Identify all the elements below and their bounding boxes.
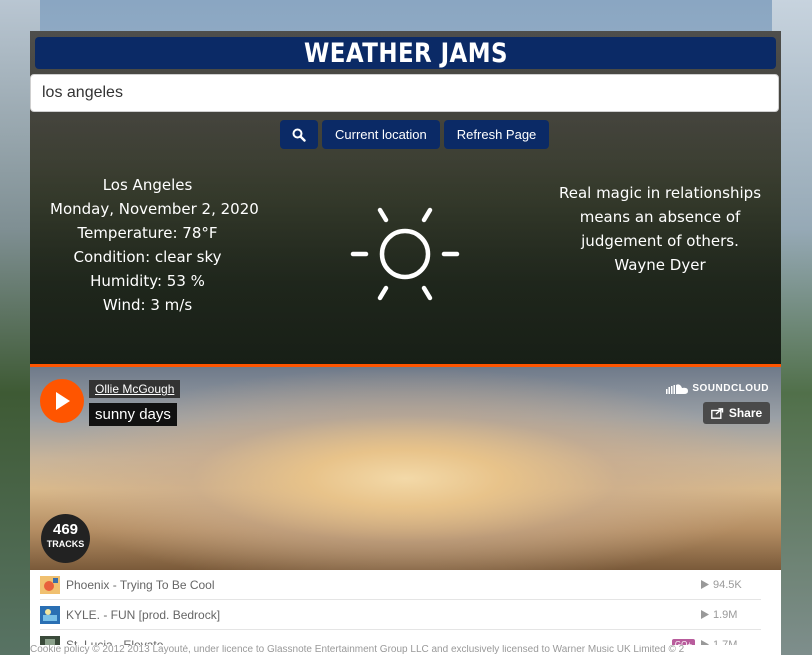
button-row: Current location Refresh Page bbox=[280, 120, 550, 149]
quote-author: Wayne Dyer bbox=[614, 256, 706, 274]
track-count-label: TRACKS bbox=[46, 539, 85, 549]
app-title: WEATHER JAMS bbox=[303, 37, 508, 69]
track-title: Phoenix - Trying To Be Cool bbox=[66, 577, 215, 592]
refresh-page-button[interactable]: Refresh Page bbox=[443, 120, 550, 149]
play-count: 94.5K bbox=[701, 579, 761, 591]
weather-card: WEATHER JAMS Current location Refresh Pa… bbox=[30, 31, 781, 655]
temperature-label: Temperature: 78°F bbox=[77, 224, 218, 242]
play-count-value: 1.9M bbox=[713, 608, 738, 621]
playlist-title[interactable]: sunny days bbox=[89, 403, 177, 426]
share-icon bbox=[710, 407, 724, 419]
share-button[interactable]: Share bbox=[703, 402, 770, 424]
play-icon bbox=[56, 392, 70, 410]
track-thumbnail bbox=[40, 605, 60, 624]
soundcloud-icon bbox=[666, 383, 689, 394]
track-thumbnail bbox=[40, 575, 60, 594]
title-bar: WEATHER JAMS bbox=[35, 37, 776, 69]
soundcloud-logo[interactable]: SOUNDCLOUD bbox=[666, 383, 769, 394]
footer-text: Cookie policy © 2012 2013 Layouté, under… bbox=[30, 645, 781, 655]
track-item[interactable]: Phoenix - Trying To Be Cool 94.5K bbox=[40, 570, 761, 600]
track-item[interactable]: KYLE. - FUN [prod. Bedrock] 1.9M bbox=[40, 600, 761, 630]
sun-icon bbox=[350, 207, 460, 301]
quote-block: Real magic in relationships means an abs… bbox=[542, 181, 778, 277]
track-count-number: 469 bbox=[52, 521, 79, 538]
wind-label: Wind: 3 m/s bbox=[102, 296, 193, 314]
search-button[interactable] bbox=[280, 120, 318, 149]
soundcloud-brand: SOUNDCLOUD bbox=[692, 383, 769, 394]
weather-info: Los Angeles Monday, November 2, 2020 Tem… bbox=[50, 173, 259, 317]
current-location-button[interactable]: Current location bbox=[322, 120, 440, 149]
play-count: 1.9M bbox=[701, 609, 761, 621]
search-icon bbox=[292, 128, 306, 142]
play-button[interactable] bbox=[40, 379, 84, 423]
quote-text: Real magic in relationships means an abs… bbox=[558, 184, 762, 250]
artist-link[interactable]: Ollie McGough bbox=[89, 380, 181, 398]
city-search-input[interactable] bbox=[30, 74, 779, 112]
track-list: Phoenix - Trying To Be Cool 94.5K KYLE. … bbox=[30, 570, 781, 655]
date-label: Monday, November 2, 2020 bbox=[50, 200, 259, 218]
track-title: KYLE. - FUN [prod. Bedrock] bbox=[66, 607, 221, 622]
play-count-icon bbox=[701, 610, 709, 619]
humidity-label: Humidity: 53 % bbox=[90, 272, 205, 290]
track-count-badge: 469 TRACKS bbox=[41, 514, 90, 563]
soundcloud-player: Ollie McGough sunny days SOUNDCLOUD Shar… bbox=[30, 367, 781, 570]
play-count-value: 94.5K bbox=[713, 578, 742, 591]
share-label: Share bbox=[728, 406, 763, 420]
city-name: Los Angeles bbox=[102, 176, 193, 194]
condition-label: Condition: clear sky bbox=[73, 248, 222, 266]
play-count-icon bbox=[701, 580, 709, 589]
